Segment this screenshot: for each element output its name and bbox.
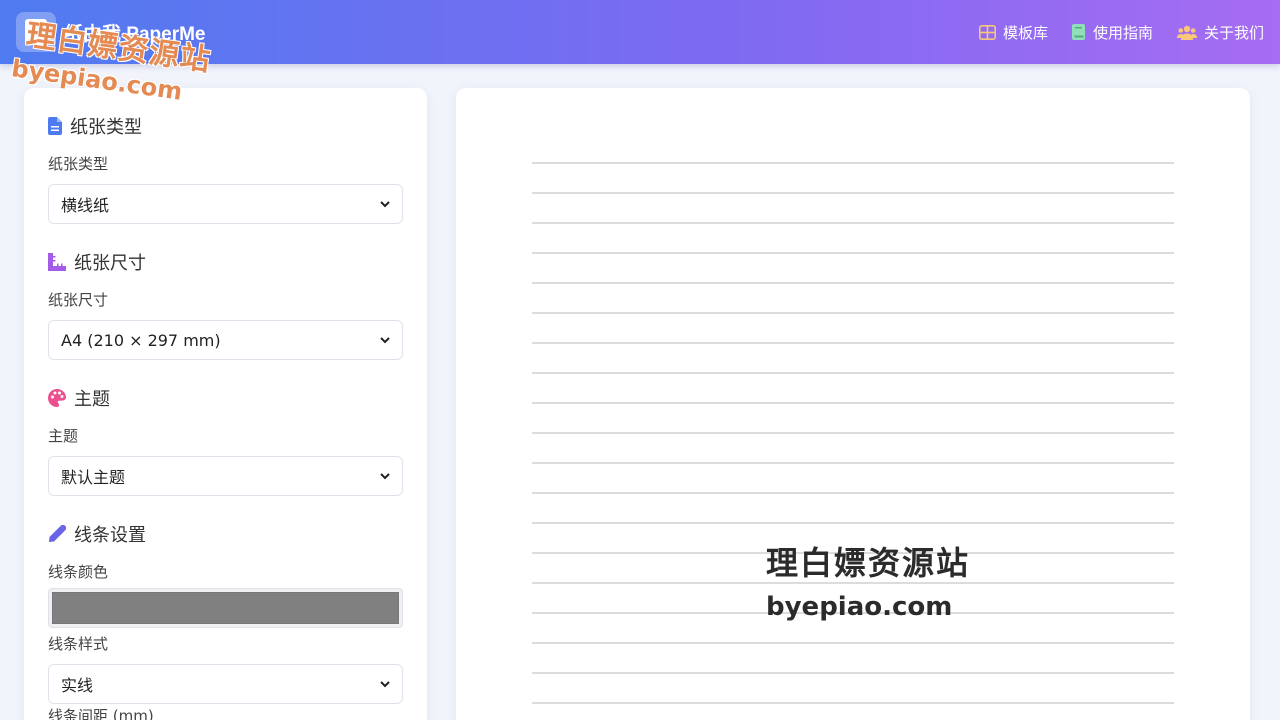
theme-select[interactable]: 默认主题 — [48, 456, 403, 496]
paper-type-label: 纸张类型 — [48, 155, 109, 173]
paper-type-value: 横线纸 — [61, 196, 110, 215]
ruled-line — [532, 642, 1174, 644]
nav-item-label: 模板库 — [1002, 23, 1048, 42]
users-icon — [1176, 25, 1197, 40]
ruled-line — [532, 252, 1174, 254]
section-title-lines: 线条设置 — [48, 522, 403, 546]
ruled-line — [532, 342, 1174, 344]
ruled-line — [532, 402, 1174, 404]
section-title-paper-type: 纸张类型 — [48, 114, 403, 138]
brand[interactable]: 纸由我 PaperMe — [16, 12, 205, 52]
theme-value: 默认主题 — [61, 468, 126, 487]
brand-title: 纸由我 PaperMe — [64, 23, 206, 45]
nav-item-label: 关于我们 — [1203, 23, 1264, 42]
ruled-line — [532, 432, 1174, 434]
paper-size-label: 纸张尺寸 — [48, 291, 109, 309]
app-header: 纸由我 PaperMe 模板库 使用指南 关于我们 — [0, 0, 1280, 64]
grid-icon — [978, 24, 996, 40]
palette-icon — [48, 389, 66, 407]
book-icon — [1071, 24, 1085, 40]
paper-size-select[interactable]: A4 (210 × 297 mm) — [48, 320, 403, 360]
section-title-label: 纸张类型 — [70, 117, 142, 138]
line-color-picker[interactable] — [48, 588, 403, 628]
ruled-line — [532, 702, 1174, 704]
nav-item-guide[interactable]: 使用指南 — [1071, 22, 1153, 43]
ruled-line — [532, 522, 1174, 524]
ruled-line — [532, 672, 1174, 674]
document-icon — [48, 117, 62, 135]
pencil-icon — [49, 525, 66, 542]
ruled-line — [532, 492, 1174, 494]
ruled-line — [532, 222, 1174, 224]
ruler-icon — [48, 253, 66, 271]
paper-size-value: A4 (210 × 297 mm) — [61, 330, 221, 350]
ruled-line — [532, 612, 1174, 614]
chevron-down-icon — [380, 472, 390, 479]
ruled-lines — [532, 88, 1174, 720]
ruled-line — [532, 312, 1174, 314]
ruled-line — [532, 162, 1174, 164]
chevron-down-icon — [380, 680, 390, 687]
ruled-line — [532, 462, 1174, 464]
line-spacing-label: 线条间距 (mm) — [48, 707, 154, 720]
section-title-label: 线条设置 — [74, 525, 146, 546]
line-color-label: 线条颜色 — [48, 563, 109, 581]
section-title-label: 纸张尺寸 — [74, 253, 146, 274]
nav-item-about[interactable]: 关于我们 — [1176, 22, 1264, 43]
theme-label: 主题 — [48, 427, 79, 445]
settings-panel: 纸张类型 纸张类型 横线纸 纸张尺寸 纸张尺寸 A4 (210 × 297 mm… — [24, 88, 427, 720]
top-nav: 模板库 使用指南 关于我们 — [955, 0, 1264, 64]
section-title-label: 主题 — [74, 389, 110, 410]
section-title-theme: 主题 — [48, 386, 403, 410]
nav-item-templates[interactable]: 模板库 — [978, 22, 1048, 43]
ruled-line — [532, 372, 1174, 374]
chevron-down-icon — [380, 336, 390, 343]
paper-type-select[interactable]: 横线纸 — [48, 184, 403, 224]
ruled-line — [532, 282, 1174, 284]
line-style-value: 实线 — [61, 676, 94, 695]
ruled-line — [532, 552, 1174, 554]
section-title-paper-size: 纸张尺寸 — [48, 250, 403, 274]
ruled-line — [532, 582, 1174, 584]
line-style-label: 线条样式 — [48, 635, 109, 653]
nav-item-label: 使用指南 — [1092, 23, 1153, 42]
ruled-line — [532, 192, 1174, 194]
chevron-down-icon — [380, 200, 390, 207]
line-color-swatch — [52, 592, 399, 624]
line-style-select[interactable]: 实线 — [48, 664, 403, 704]
paper-preview: 理白嫖资源站 byepiao.com — [456, 88, 1250, 720]
brand-logo-icon — [16, 12, 56, 52]
